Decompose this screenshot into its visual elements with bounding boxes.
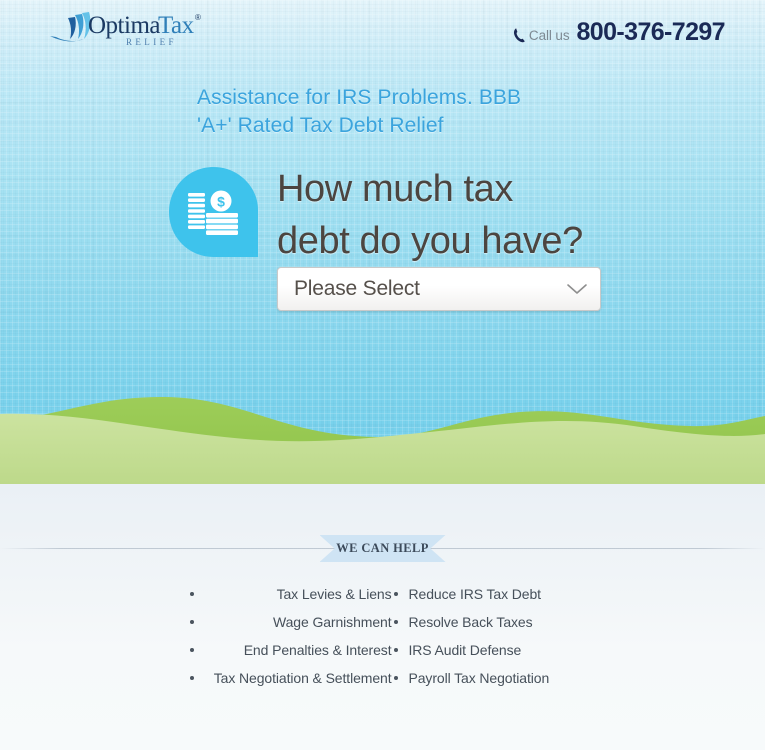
phone-handset-icon (513, 27, 526, 43)
pin-shape (169, 167, 258, 257)
logo[interactable]: Optima Tax ® RELIEF (48, 6, 208, 52)
we-can-help-section: WE CAN HELP Tax Levies & Liens Wage Garn… (0, 484, 765, 750)
headline-line2: debt do you have? (277, 220, 583, 262)
svg-text:RELIEF: RELIEF (126, 37, 177, 47)
phone-number[interactable]: 800-376-7297 (577, 18, 726, 47)
logo-svg: Optima Tax ® RELIEF (50, 12, 201, 47)
headline-line1: How much tax (277, 168, 513, 210)
money-stack-pin-icon: $ (166, 165, 261, 260)
svg-text:Tax: Tax (158, 12, 195, 39)
help-list-right: Reduce IRS Tax Debt Resolve Back Taxes I… (392, 580, 572, 692)
top-bar: Optima Tax ® RELIEF Call us 800-376-7297 (0, 0, 765, 62)
svg-text:®: ® (195, 13, 201, 22)
we-can-help-ribbon: WE CAN HELP (319, 535, 446, 562)
hero-subheadline: Assistance for IRS Problems. BBB 'A+' Ra… (197, 84, 617, 140)
call-us-label: Call us (528, 28, 570, 43)
list-item: End Penalties & Interest (189, 636, 392, 664)
page-title: How much tax debt do you have? (277, 163, 747, 267)
list-item: IRS Audit Defense (392, 636, 572, 664)
hero-section: Optima Tax ® RELIEF Call us 800-376-7297 (0, 0, 765, 484)
list-item: Tax Negotiation & Settlement (189, 664, 392, 692)
svg-text:$: $ (217, 194, 225, 210)
dollar-coin: $ (210, 190, 232, 212)
help-list-left: Tax Levies & Liens Wage Garnishment End … (189, 580, 392, 692)
help-columns: Tax Levies & Liens Wage Garnishment End … (0, 580, 765, 692)
ribbon-label: WE CAN HELP (336, 541, 429, 555)
svg-text:Optima: Optima (88, 12, 160, 39)
list-item: Resolve Back Taxes (392, 608, 572, 636)
landing-page: Optima Tax ® RELIEF Call us 800-376-7297 (0, 0, 765, 750)
phone-block[interactable]: Call us 800-376-7297 (513, 18, 726, 47)
hero-subheadline-line1: Assistance for IRS Problems. BBB (197, 86, 522, 109)
hero-subheadline-line2: 'A+' Rated Tax Debt Relief (197, 114, 444, 137)
hills-illustration (0, 396, 765, 484)
list-item: Reduce IRS Tax Debt (392, 580, 572, 608)
list-item: Wage Garnishment (189, 608, 392, 636)
select-value: Please Select (294, 277, 420, 300)
wave-swoosh-icon (50, 12, 91, 42)
tax-debt-amount-select[interactable]: Please Select (277, 267, 601, 311)
list-item: Tax Levies & Liens (189, 580, 392, 608)
chevron-down-icon[interactable] (560, 283, 600, 295)
list-item: Payroll Tax Negotiation (392, 664, 572, 692)
